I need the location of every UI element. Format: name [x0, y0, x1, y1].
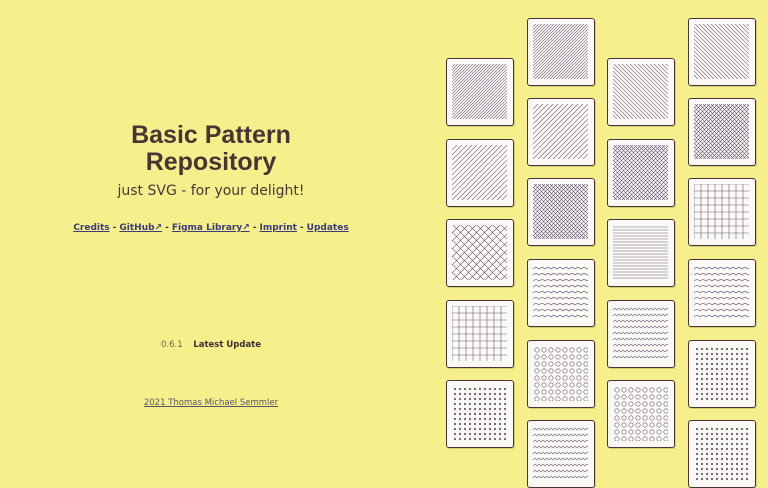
- pattern-tile-crosshatch-fine[interactable]: [527, 178, 595, 246]
- intro-panel: Basic Pattern Repository just SVG - for …: [0, 0, 422, 432]
- pattern-tile-crosshatch-fine[interactable]: [688, 98, 756, 166]
- title-line-1: Basic Pattern: [131, 121, 291, 149]
- pattern-preview: [694, 267, 749, 318]
- pattern-preview: [452, 64, 507, 119]
- pattern-tile-dots[interactable]: [688, 420, 756, 488]
- pattern-preview: [613, 64, 668, 119]
- pattern-preview: [613, 145, 668, 200]
- pattern-tile-zigzag-lines[interactable]: [527, 420, 595, 488]
- pattern-preview: [614, 387, 668, 441]
- pattern-tile-diagonal-lines-wide[interactable]: [527, 98, 595, 166]
- pattern-tile-crosshatch-diagonal[interactable]: [446, 219, 514, 287]
- pattern-tile-diagonal-lines-wide[interactable]: [446, 139, 514, 207]
- pattern-tile-diagonal-lines-tight[interactable]: [446, 58, 514, 126]
- pattern-preview: [533, 427, 588, 479]
- pattern-tile-dots[interactable]: [688, 340, 756, 408]
- nav-separator: -: [165, 223, 169, 233]
- nav-separator: -: [252, 223, 257, 233]
- pattern-tile-diagonal-lines-tight[interactable]: [527, 18, 595, 86]
- pattern-tile-grid[interactable]: [688, 178, 756, 246]
- pattern-tile-zigzag-lines[interactable]: [607, 300, 675, 368]
- title-line-2: Repository: [145, 148, 277, 176]
- pattern-preview: [695, 347, 749, 401]
- pattern-tile-dots[interactable]: [446, 380, 514, 448]
- pattern-preview: [694, 24, 749, 79]
- nav-separator: -: [299, 223, 304, 233]
- pattern-tile-diagonal-lines-reverse[interactable]: [607, 58, 675, 126]
- pattern-preview: [453, 387, 507, 441]
- latest-update-link[interactable]: Latest Update: [193, 340, 261, 350]
- pattern-tile-wave-lines[interactable]: [688, 259, 756, 327]
- pattern-tile-horizontal-lines[interactable]: [607, 219, 675, 287]
- pattern-tile-wave-lines[interactable]: [527, 259, 595, 327]
- pattern-tile-grid[interactable]: [446, 300, 514, 368]
- pattern-tile-circles[interactable]: [607, 380, 675, 448]
- pattern-preview: [533, 184, 588, 239]
- credits-link[interactable]: Credits: [73, 223, 109, 233]
- version-number: 0.6.1: [160, 340, 183, 350]
- pattern-preview: [533, 24, 588, 79]
- github-link[interactable]: GitHub↗: [119, 223, 162, 233]
- pattern-tile-diagonal-lines-reverse[interactable]: [688, 18, 756, 86]
- pattern-preview: [613, 307, 668, 359]
- pattern-preview: [452, 225, 507, 280]
- pattern-tile-circles[interactable]: [527, 340, 595, 408]
- nav-links: Credits - GitHub↗ - Figma Library↗ - Imprint - U…: [0, 223, 422, 233]
- figma-library-link[interactable]: Figma Library↗: [172, 223, 250, 233]
- nav-separator: -: [112, 223, 117, 233]
- pattern-preview: [534, 347, 588, 401]
- version-info: 0.6.1 Latest Update: [0, 340, 422, 350]
- updates-link[interactable]: Updates: [307, 223, 349, 233]
- pattern-preview: [694, 184, 749, 239]
- pattern-preview: [694, 104, 749, 159]
- pattern-preview: [452, 145, 507, 200]
- author-credit-link[interactable]: 2021 Thomas Michael Semmler: [144, 398, 278, 408]
- footer: 2021 Thomas Michael Semmler: [0, 398, 422, 408]
- pattern-preview: [613, 226, 668, 279]
- pattern-preview: [533, 267, 588, 318]
- page-title: Basic Pattern Repository: [0, 122, 422, 176]
- pattern-preview: [533, 104, 588, 159]
- pattern-tile-crosshatch-fine[interactable]: [607, 139, 675, 207]
- subtitle: just SVG - for your delight!: [117, 183, 305, 199]
- pattern-preview: [695, 427, 749, 481]
- imprint-link[interactable]: Imprint: [260, 223, 297, 233]
- pattern-preview: [452, 306, 507, 361]
